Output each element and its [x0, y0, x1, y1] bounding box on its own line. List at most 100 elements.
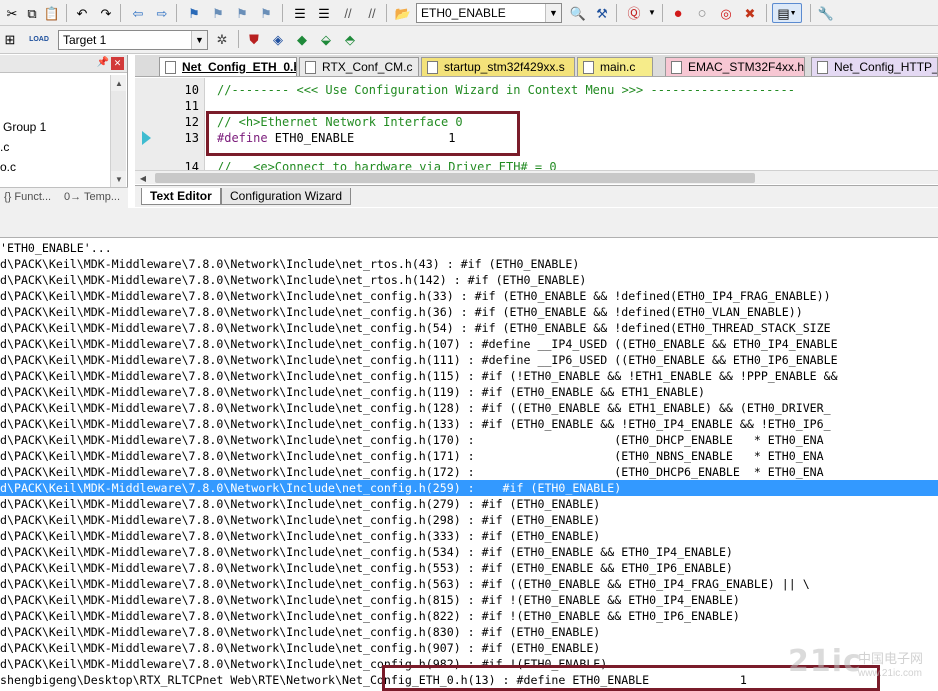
result-row[interactable]: d\PACK\Keil\MDK-Middleware\7.8.0\Network…: [0, 544, 938, 560]
build-icon[interactable]: ⊞: [0, 29, 20, 49]
undo-icon[interactable]: ↶: [72, 3, 92, 23]
uncomment-icon[interactable]: //: [362, 3, 382, 23]
tab-startup[interactable]: startup_stm32f429xx.s: [421, 57, 575, 76]
result-row[interactable]: d\PACK\Keil\MDK-Middleware\7.8.0\Network…: [0, 496, 938, 512]
select-packs-icon[interactable]: ◈: [268, 29, 288, 49]
chevron-down-icon[interactable]: ▼: [545, 4, 561, 22]
scroll-down-icon[interactable]: ▼: [111, 171, 127, 187]
result-row[interactable]: d\PACK\Keil\MDK-Middleware\7.8.0\Network…: [0, 368, 938, 384]
result-row[interactable]: d\PACK\Keil\MDK-Middleware\7.8.0\Network…: [0, 320, 938, 336]
result-row[interactable]: d\PACK\Keil\MDK-Middleware\7.8.0\Network…: [0, 480, 938, 496]
code-line[interactable]: #define ETH0_ENABLE 1: [217, 131, 455, 145]
result-row[interactable]: d\PACK\Keil\MDK-Middleware\7.8.0\Network…: [0, 304, 938, 320]
chevron-down-icon[interactable]: ▼: [642, 3, 662, 23]
find-in-files-icon[interactable]: 📂: [393, 3, 413, 23]
tab-main-c[interactable]: main.c: [577, 57, 653, 76]
close-icon[interactable]: ✕: [111, 57, 124, 70]
result-row[interactable]: d\PACK\Keil\MDK-Middleware\7.8.0\Network…: [0, 608, 938, 624]
build-toolbar: ⊞ LOAD Target 1 ▼ ✲ ⛊ ◈ ◆ ⬙ ⬘: [0, 26, 938, 54]
target-combo[interactable]: Target 1 ▼: [58, 30, 208, 50]
tree-item[interactable]: .c: [0, 137, 110, 157]
scroll-up-icon[interactable]: ▲: [111, 75, 127, 91]
line-number: 13: [184, 131, 199, 145]
result-row[interactable]: d\PACK\Keil\MDK-Middleware\7.8.0\Network…: [0, 576, 938, 592]
prev-bookmark-icon[interactable]: ⚑: [208, 3, 228, 23]
target-options-icon[interactable]: ✲: [212, 29, 232, 49]
scroll-left-icon[interactable]: ◀: [135, 170, 151, 184]
result-row[interactable]: d\PACK\Keil\MDK-Middleware\7.8.0\Network…: [0, 256, 938, 272]
result-row[interactable]: d\PACK\Keil\MDK-Middleware\7.8.0\Network…: [0, 624, 938, 640]
result-row[interactable]: d\PACK\Keil\MDK-Middleware\7.8.0\Network…: [0, 384, 938, 400]
results-header: 'ETH0_ENABLE'...: [0, 241, 112, 255]
result-row[interactable]: d\PACK\Keil\MDK-Middleware\7.8.0\Network…: [0, 416, 938, 432]
project-scrollbar[interactable]: ▲ ▼: [110, 75, 126, 187]
result-row[interactable]: d\PACK\Keil\MDK-Middleware\7.8.0\Network…: [0, 352, 938, 368]
code-editor[interactable]: 10 //-------- <<< Use Configuration Wiza…: [135, 78, 938, 184]
templates-tab[interactable]: 0→ Temp...: [64, 191, 120, 203]
editor-mode-tabs: Text Editor Configuration Wizard: [135, 185, 938, 207]
back-icon[interactable]: ⇦: [128, 3, 148, 23]
project-tree: Group 1 .c o.c: [0, 75, 110, 177]
disable-breakpoints-icon[interactable]: ◎: [716, 3, 736, 23]
unindent-icon[interactable]: ☰: [314, 3, 334, 23]
define-body: ETH0_ENABLE 1: [267, 131, 456, 145]
result-row[interactable]: d\PACK\Keil\MDK-Middleware\7.8.0\Network…: [0, 512, 938, 528]
tab-net-config-eth0[interactable]: Net_Config_ETH_0.h: [159, 57, 297, 76]
clear-bookmark-icon[interactable]: ⚑: [256, 3, 276, 23]
manage-project-icon[interactable]: ⛊: [244, 29, 264, 49]
configure-icon[interactable]: 🔧: [816, 3, 836, 23]
line-number: 10: [184, 83, 199, 97]
result-row[interactable]: d\PACK\Keil\MDK-Middleware\7.8.0\Network…: [0, 400, 938, 416]
tab-rtx-conf[interactable]: RTX_Conf_CM.c: [299, 57, 419, 76]
green-diamond-icon[interactable]: ◆: [292, 29, 312, 49]
pin-icon[interactable]: 📌: [97, 57, 109, 68]
panel-splitter[interactable]: [0, 208, 938, 238]
define-combo[interactable]: ETH0_ENABLE ▼: [416, 3, 562, 23]
result-row[interactable]: d\PACK\Keil\MDK-Middleware\7.8.0\Network…: [0, 288, 938, 304]
window-icon[interactable]: ▤ ▼: [772, 3, 802, 23]
result-row[interactable]: d\PACK\Keil\MDK-Middleware\7.8.0\Network…: [0, 432, 938, 448]
indent-icon[interactable]: ☰: [290, 3, 310, 23]
target-combo-value: Target 1: [63, 33, 107, 47]
forward-icon[interactable]: ⇨: [152, 3, 172, 23]
rte-icon[interactable]: ⬘: [340, 29, 360, 49]
redo-icon[interactable]: ↷: [96, 3, 116, 23]
tab-net-config-http[interactable]: Net_Config_HTTP_Se: [811, 57, 938, 76]
watermark-subtitle: 中国电子网: [858, 651, 924, 666]
debug-icon[interactable]: Ⓠ: [624, 3, 644, 23]
pack-installer-icon[interactable]: ⬙: [316, 29, 336, 49]
find-icon[interactable]: 🔍: [568, 3, 588, 23]
tree-item[interactable]: Group 1: [0, 117, 110, 137]
breakpoint-icon[interactable]: ●: [668, 3, 688, 23]
result-row[interactable]: d\PACK\Keil\MDK-Middleware\7.8.0\Network…: [0, 448, 938, 464]
comment-icon[interactable]: //: [338, 3, 358, 23]
cut-icon[interactable]: ✂: [2, 3, 22, 23]
code-line[interactable]: //-------- <<< Use Configuration Wizard …: [217, 83, 795, 97]
paste-icon[interactable]: 📋: [42, 3, 62, 23]
result-row[interactable]: d\PACK\Keil\MDK-Middleware\7.8.0\Network…: [0, 336, 938, 352]
tree-item[interactable]: o.c: [0, 157, 110, 177]
enable-breakpoint-icon[interactable]: ○: [692, 3, 712, 23]
functions-tab[interactable]: {} Funct...: [4, 191, 51, 203]
copy-icon[interactable]: ⧉: [22, 3, 42, 23]
result-row[interactable]: d\PACK\Keil\MDK-Middleware\7.8.0\Network…: [0, 528, 938, 544]
result-row[interactable]: d\PACK\Keil\MDK-Middleware\7.8.0\Network…: [0, 464, 938, 480]
chevron-down-icon[interactable]: ▼: [191, 31, 207, 49]
result-row[interactable]: d\PACK\Keil\MDK-Middleware\7.8.0\Network…: [0, 272, 938, 288]
load-label: LOAD: [29, 35, 49, 43]
result-row[interactable]: d\PACK\Keil\MDK-Middleware\7.8.0\Network…: [0, 592, 938, 608]
load-button[interactable]: LOAD: [26, 29, 52, 49]
file-icon: [427, 61, 438, 74]
code-line[interactable]: // <h>Ethernet Network Interface 0: [217, 115, 463, 129]
watermark-logo: 21ic: [788, 644, 862, 679]
editor-hscrollbar[interactable]: ◀: [135, 170, 938, 184]
next-bookmark-icon[interactable]: ⚑: [232, 3, 252, 23]
scroll-thumb[interactable]: [155, 173, 755, 183]
result-row[interactable]: d\PACK\Keil\MDK-Middleware\7.8.0\Network…: [0, 560, 938, 576]
tab-emac[interactable]: EMAC_STM32F4xx.h: [665, 57, 805, 76]
find-replace-icon[interactable]: ⚒: [592, 3, 612, 23]
kill-breakpoints-icon[interactable]: ✖: [740, 3, 760, 23]
tab-text-editor[interactable]: Text Editor: [141, 188, 221, 205]
tab-configuration-wizard[interactable]: Configuration Wizard: [221, 188, 352, 205]
bookmark-icon[interactable]: ⚑: [184, 3, 204, 23]
